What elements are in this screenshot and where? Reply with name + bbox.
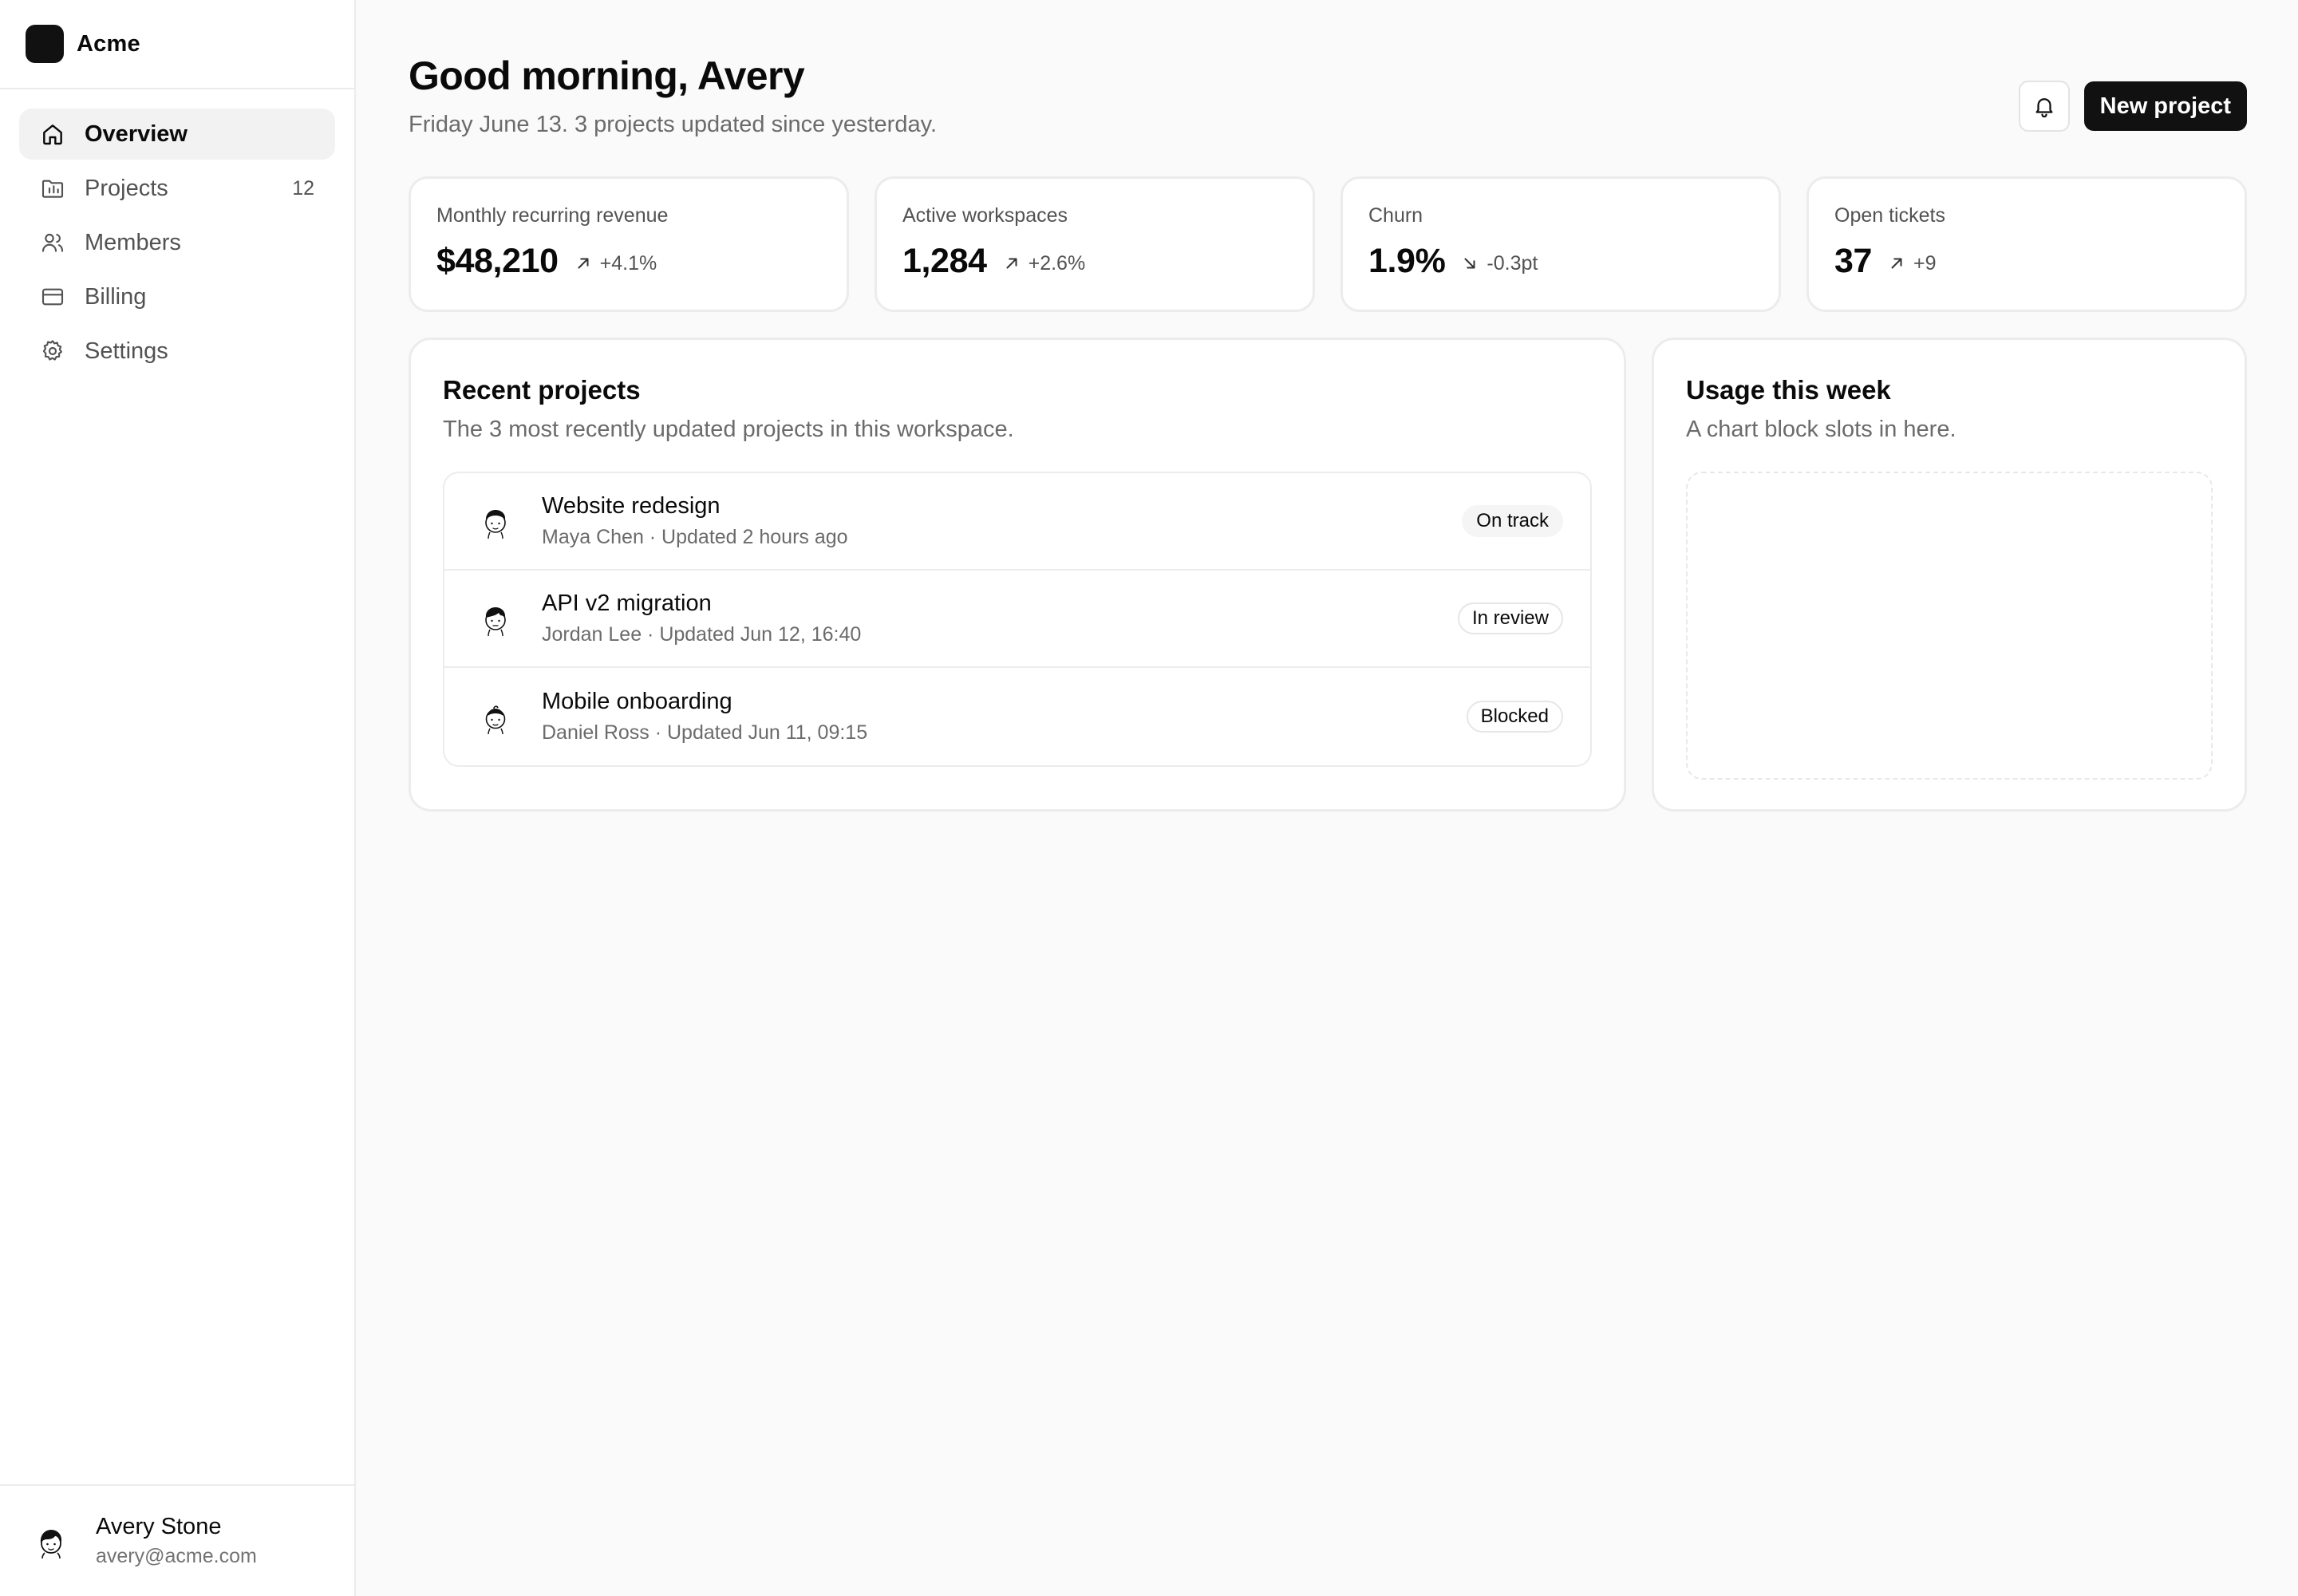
recent-projects-card: Recent projects The 3 most recently upda… [409,338,1626,812]
project-list: Website redesign Maya Chen · Updated 2 h… [443,472,1592,767]
home-icon [40,121,65,147]
project-name: API v2 migration [542,591,712,616]
sidebar-item-billing[interactable]: Billing [19,271,335,322]
stat-label: Churn [1368,204,1423,227]
stat-row: $48,210 +4.1% [436,242,821,281]
sidebar-nav: Overview Projects 12 Members Billing Set… [0,89,354,396]
sidebar-item-label: Settings [85,338,168,364]
stat-row: 1,284 +2.6% [902,242,1287,281]
stat-card-churn: Churn 1.9% -0.3pt [1340,176,1781,312]
brand-name: Acme [77,30,140,57]
header-text: Good morning, Avery Friday June 13. 3 pr… [409,51,937,138]
header-actions: New project [2018,81,2247,132]
app-shell: Acme Overview Projects 12 Members Billin… [0,0,2298,1596]
gear-icon [40,338,65,364]
stat-card-mrr: Monthly recurring revenue $48,210 +4.1% [409,176,849,312]
stat-delta: +4.1% [574,252,657,275]
sidebar-item-label: Billing [85,283,147,310]
stat-value: $48,210 [436,242,559,280]
stat-value: 1,284 [902,242,987,280]
stat-card-workspaces: Active workspaces 1,284 +2.6% [875,176,1315,312]
arrow-up-right-icon [578,258,589,269]
arrow-up-right-icon [1891,258,1902,269]
user-name: Avery Stone [96,1514,222,1539]
stat-delta-text: +2.6% [1028,251,1086,275]
status-badge: In review [1457,602,1563,634]
user-email: avery@acme.com [96,1545,257,1567]
page-title: Good morning, Avery [409,53,805,98]
project-meta: Maya Chen · Updated 2 hours ago [542,526,848,548]
card-title: Recent projects [443,375,641,405]
sidebar-item-overview[interactable]: Overview [19,109,335,160]
project-row[interactable]: API v2 migration Jordan Lee · Updated Ju… [444,571,1590,668]
sidebar-item-projects[interactable]: Projects 12 [19,163,335,214]
profile-text: Avery Stone avery@acme.com [96,1514,257,1568]
project-info: Website redesign Maya Chen · Updated 2 h… [542,493,1462,549]
avatar [485,705,506,735]
stat-label: Active workspaces [902,204,1068,227]
stat-delta-text: -0.3pt [1487,251,1538,275]
usage-card: Usage this week A chart block slots in h… [1652,338,2247,812]
arrow-down-right-icon [1464,258,1475,269]
brand[interactable]: Acme [0,0,354,89]
chart-placeholder [1686,472,2213,780]
folder-icon [40,176,65,201]
sidebar-item-members[interactable]: Members [19,217,335,268]
project-info: API v2 migration Jordan Lee · Updated Ju… [542,591,1458,646]
project-meta: Daniel Ross · Updated Jun 11, 09:15 [542,721,868,744]
avatar [485,510,506,539]
arrow-up-right-icon [1006,258,1017,269]
stat-label: Monthly recurring revenue [436,204,669,227]
stat-card-tickets: Open tickets 37 +9 [1806,176,2247,312]
stat-delta-text: +9 [1913,251,1937,275]
stat-value: 1.9% [1368,242,1446,280]
bell-icon [2035,98,2053,118]
users-icon [40,230,65,255]
projects-count: 12 [292,176,314,200]
sidebar-item-settings[interactable]: Settings [19,326,335,377]
user-profile[interactable]: Avery Stone avery@acme.com [0,1484,354,1596]
stat-delta: +9 [1888,252,1937,275]
sidebar-item-label: Members [85,229,181,255]
stat-delta: -0.3pt [1461,252,1538,275]
status-badge: On track [1462,505,1563,537]
stat-row: 1.9% -0.3pt [1368,242,1753,281]
content-grid: Recent projects The 3 most recently upda… [409,338,2247,812]
new-project-button[interactable]: New project [2083,81,2247,131]
stat-label: Open tickets [1834,204,1945,227]
sidebar-item-label: Overview [85,120,188,147]
stat-row: 37 +9 [1834,242,2219,281]
status-badge: Blocked [1466,701,1563,733]
stat-value: 37 [1834,242,1873,280]
project-name: Website redesign [542,493,721,519]
project-row[interactable]: Mobile onboarding Daniel Ross · Updated … [444,668,1590,765]
project-name: Mobile onboarding [542,689,732,714]
card-description: A chart block slots in here. [1686,417,1956,442]
stat-delta: +2.6% [1003,251,1086,275]
main-content: Good morning, Avery Friday June 13. 3 pr… [356,0,2298,1596]
notifications-button[interactable] [2018,81,2070,132]
project-info: Mobile onboarding Daniel Ross · Updated … [542,689,1467,745]
page-subtitle: Friday June 13. 3 projects updated since… [409,112,938,137]
project-row[interactable]: Website redesign Maya Chen · Updated 2 h… [444,473,1590,571]
avatar [485,607,506,637]
credit-card-icon [40,284,65,310]
stats-row: Monthly recurring revenue $48,210 +4.1% … [409,176,2247,312]
sidebar: Acme Overview Projects 12 Members Billin… [0,0,356,1596]
card-description: The 3 most recently updated projects in … [443,417,1014,442]
project-meta: Jordan Lee · Updated Jun 12, 16:40 [542,623,862,646]
brand-logo [26,25,64,63]
stat-delta-text: +4.1% [599,251,657,275]
card-title: Usage this week [1686,375,1891,405]
sidebar-item-label: Projects [85,175,168,201]
avatar [40,1530,62,1559]
page-header: Good morning, Avery Friday June 13. 3 pr… [409,51,2247,138]
